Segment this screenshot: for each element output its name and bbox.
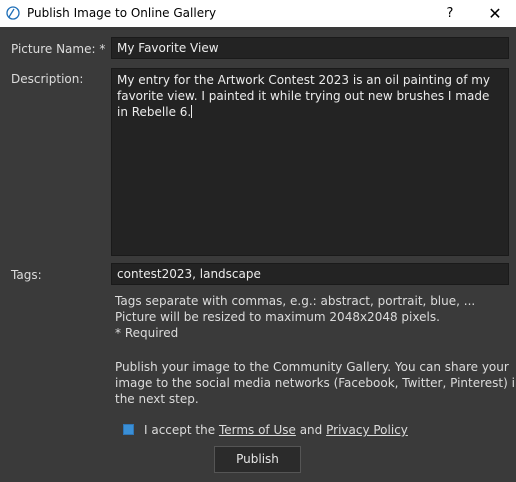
accept-prefix: I accept the xyxy=(144,423,219,437)
picture-name-input[interactable]: My Favorite View xyxy=(111,37,509,59)
tags-label: Tags: xyxy=(11,268,42,282)
publish-button[interactable]: Publish xyxy=(214,446,301,473)
description-label: Description: xyxy=(11,72,84,86)
help-button[interactable]: ? xyxy=(430,0,470,27)
privacy-policy-link[interactable]: Privacy Policy xyxy=(326,423,408,437)
accept-terms-label: I accept the Terms of Use and Privacy Po… xyxy=(144,423,408,437)
close-button[interactable]: ✕ xyxy=(475,0,515,27)
resize-hint: Picture will be resized to maximum 2048x… xyxy=(115,310,440,324)
accept-and: and xyxy=(295,423,327,437)
required-hint: * Required xyxy=(115,326,179,340)
tags-hint: Tags separate with commas, e.g.: abstrac… xyxy=(115,294,476,308)
terms-of-use-link[interactable]: Terms of Use xyxy=(219,423,296,437)
publish-note-line-3: the next step. xyxy=(115,392,199,406)
app-logo-icon xyxy=(6,6,20,20)
accept-terms-checkbox[interactable] xyxy=(123,424,134,435)
window-title: Publish Image to Online Gallery xyxy=(27,6,217,20)
text-caret xyxy=(191,105,193,118)
title-bar: Publish Image to Online Gallery ? ✕ xyxy=(0,0,516,27)
publish-note-line-2: image to the social media networks (Face… xyxy=(115,376,516,390)
tags-input[interactable]: contest2023, landscape xyxy=(111,263,509,285)
picture-name-label: Picture Name: * xyxy=(11,42,106,56)
description-textarea[interactable]: My entry for the Artwork Contest 2023 is… xyxy=(111,68,509,256)
description-text: My entry for the Artwork Contest 2023 is… xyxy=(117,73,491,119)
publish-note-line-1: Publish your image to the Community Gall… xyxy=(115,360,509,374)
